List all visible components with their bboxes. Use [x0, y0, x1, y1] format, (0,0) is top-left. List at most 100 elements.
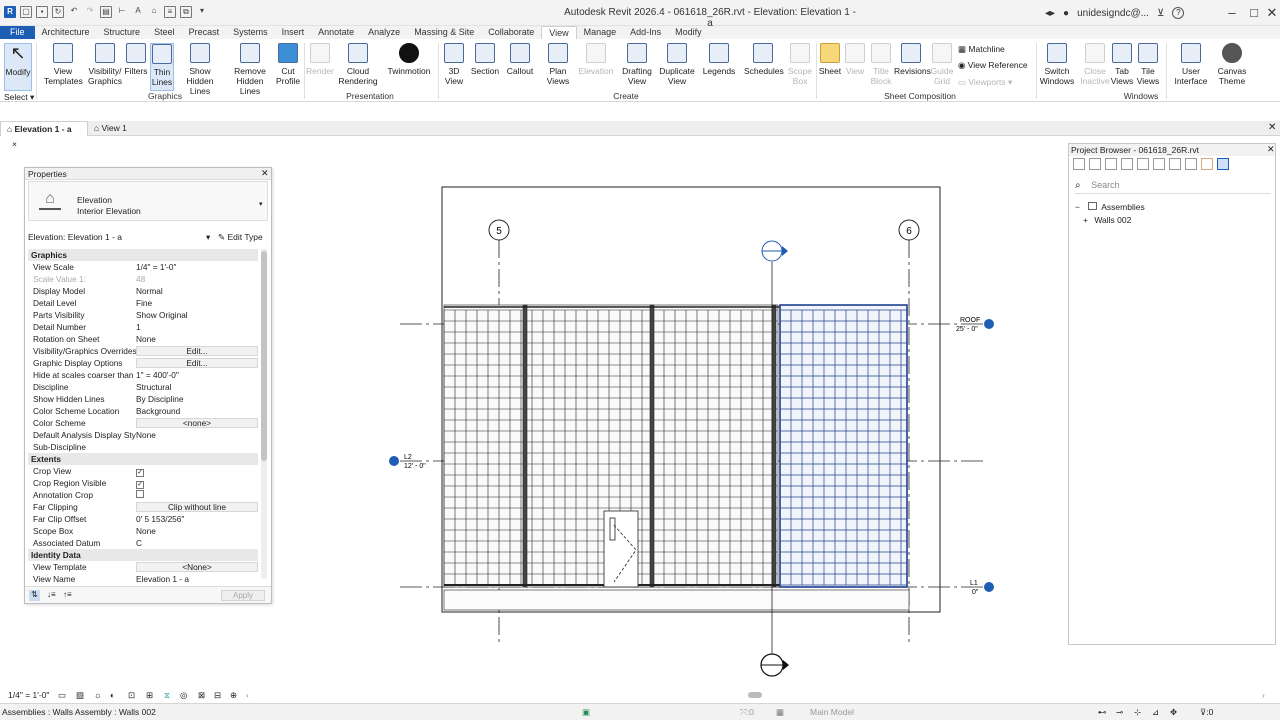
- matchline-button[interactable]: ▦ Matchline: [958, 44, 1028, 54]
- checkbox-icon[interactable]: [136, 490, 144, 498]
- analytical-model-icon[interactable]: ⊟: [214, 688, 221, 702]
- select-links-icon[interactable]: ⊷: [1098, 704, 1107, 720]
- ribbon-tab-architecture[interactable]: Architecture: [35, 26, 97, 39]
- prop-checkbox[interactable]: ✓: [136, 465, 258, 477]
- ribbon-tab-analyze[interactable]: Analyze: [361, 26, 407, 39]
- shadows-icon[interactable]: ◐: [110, 688, 115, 702]
- prop-group-identity-data[interactable]: Identity Data: [28, 549, 258, 561]
- editable-only-icon[interactable]: ⤧:0: [740, 704, 754, 720]
- prop-group-graphics[interactable]: Graphics: [28, 249, 258, 261]
- sync-icon[interactable]: ↻: [52, 6, 64, 18]
- scroll-right-icon[interactable]: ›: [1262, 688, 1265, 702]
- tree-item-walls-002[interactable]: + Walls 002: [1083, 215, 1273, 225]
- prop-button[interactable]: <None>: [136, 562, 258, 572]
- redo-icon[interactable]: ↷: [84, 6, 96, 18]
- sheet-button[interactable]: Sheet: [818, 43, 842, 76]
- crop-view-icon[interactable]: ⊡: [128, 688, 135, 702]
- user-icon[interactable]: ●: [1063, 8, 1069, 19]
- prop-value[interactable]: 1/4" = 1'-0": [136, 261, 258, 273]
- worksharing-display-icon[interactable]: ⊠: [198, 688, 205, 702]
- prop-value[interactable]: C: [136, 537, 258, 549]
- view-tab-elevation-1-a[interactable]: ⌂ Elevation 1 - a ×: [0, 121, 88, 149]
- pb-schedule-icon[interactable]: [1121, 158, 1133, 170]
- tree-toggle-icon[interactable]: −: [1075, 202, 1080, 212]
- revit-logo-icon[interactable]: R: [4, 6, 16, 18]
- select-underlay-icon[interactable]: ⊸: [1116, 704, 1123, 720]
- prop-value[interactable]: 0' 5 153/256": [136, 513, 258, 525]
- pb-assembly-icon[interactable]: [1217, 158, 1229, 170]
- twinmotion-button[interactable]: Twinmotion: [386, 43, 432, 76]
- project-browser-close-icon[interactable]: ✕: [1267, 144, 1275, 155]
- pb-3d-icon[interactable]: [1089, 158, 1101, 170]
- maximize-button[interactable]: □: [1244, 5, 1264, 20]
- ribbon-tab-manage[interactable]: Manage: [577, 26, 624, 39]
- customize-qat-icon[interactable]: ▾: [196, 6, 208, 18]
- drafting-view-button[interactable]: Drafting View: [620, 43, 654, 86]
- prop-button[interactable]: Edit...: [136, 346, 258, 356]
- tree-expand-icon[interactable]: +: [1083, 215, 1088, 225]
- ribbon-tab-steel[interactable]: Steel: [147, 26, 182, 39]
- user-account[interactable]: unidesigndc@...: [1077, 8, 1149, 19]
- cloud-rendering-button[interactable]: Cloud Rendering: [338, 43, 378, 86]
- ribbon-tab-file[interactable]: File: [0, 26, 35, 39]
- pb-revit-link-icon[interactable]: [1201, 158, 1213, 170]
- prop-value[interactable]: Background: [136, 405, 258, 417]
- selector-dropdown-icon[interactable]: ▾: [206, 231, 210, 244]
- ribbon-tab-precast[interactable]: Precast: [182, 26, 227, 39]
- legends-button[interactable]: Legends: [702, 43, 736, 76]
- prop-button[interactable]: <none>: [136, 418, 258, 428]
- scroll-left-icon[interactable]: ‹: [246, 688, 249, 702]
- prop-button[interactable]: Edit...: [136, 358, 258, 368]
- canvas-theme-button[interactable]: Canvas Theme: [1214, 43, 1250, 86]
- prop-value[interactable]: Structural: [136, 381, 258, 393]
- close-all-tabs-icon[interactable]: ✕: [1268, 122, 1276, 133]
- prop-value[interactable]: Normal: [136, 285, 258, 297]
- switch-windows-button[interactable]: Switch Windows: [1038, 43, 1076, 86]
- ribbon-tab-massing-site[interactable]: Massing & Site: [407, 26, 481, 39]
- ribbon-tab-insert[interactable]: Insert: [275, 26, 312, 39]
- detail-level-icon[interactable]: ▭: [58, 688, 66, 702]
- open-icon[interactable]: ▢: [20, 6, 32, 18]
- checkbox-icon[interactable]: ✓: [136, 481, 144, 489]
- callout-button[interactable]: Callout: [504, 43, 536, 76]
- prop-checkbox[interactable]: [136, 489, 258, 501]
- print-icon[interactable]: ▤: [100, 6, 112, 18]
- prop-value[interactable]: None: [136, 525, 258, 537]
- pb-link-icon[interactable]: [1185, 158, 1197, 170]
- instance-selector[interactable]: Elevation: Elevation 1 - a ▾ ✎ Edit Type: [28, 231, 268, 244]
- revisions-button[interactable]: Revisions: [894, 43, 931, 76]
- reveal-hidden-icon[interactable]: ◎: [180, 688, 187, 702]
- prop-value[interactable]: 1" = 400'-0": [136, 369, 258, 381]
- pb-plan-icon[interactable]: [1105, 158, 1117, 170]
- transfer-icon[interactable]: ◂▸: [1045, 8, 1055, 19]
- sort-ascending-icon[interactable]: ↓≡: [47, 590, 56, 599]
- measure-icon[interactable]: ⊢: [116, 6, 128, 18]
- show-hidden-lines-button[interactable]: Show Hidden Lines: [176, 43, 224, 96]
- ribbon-tab-modify[interactable]: Modify: [668, 26, 709, 39]
- help-icon[interactable]: ?: [1172, 7, 1185, 19]
- design-options-icon[interactable]: ▦: [776, 704, 784, 720]
- 3d-view-button[interactable]: 3D View: [442, 43, 466, 86]
- category-view-icon[interactable]: ⇅: [29, 590, 40, 601]
- prop-value[interactable]: [136, 441, 258, 453]
- edit-type-button[interactable]: ✎ Edit Type: [218, 231, 263, 244]
- cart-icon[interactable]: ⊻: [1157, 8, 1164, 19]
- type-selector[interactable]: ⌂ Elevation Interior Elevation ▾: [28, 181, 268, 221]
- visual-style-icon[interactable]: ▧: [76, 688, 84, 702]
- prop-value[interactable]: Fine: [136, 297, 258, 309]
- active-model[interactable]: Main Model: [810, 704, 944, 720]
- filter-icon[interactable]: ⊽:0: [1200, 704, 1213, 720]
- switch-windows-qat-icon[interactable]: ⧉: [180, 6, 192, 18]
- checkbox-icon[interactable]: ✓: [136, 469, 144, 477]
- temporary-hide-icon[interactable]: ⧖: [164, 688, 170, 702]
- home-icon[interactable]: ⌂: [148, 6, 160, 18]
- prop-value[interactable]: 1: [136, 321, 258, 333]
- pb-home-icon[interactable]: [1073, 158, 1085, 170]
- minimize-button[interactable]: –: [1222, 5, 1242, 20]
- pb-group-icon[interactable]: [1169, 158, 1181, 170]
- horizontal-scrollbar[interactable]: [748, 692, 762, 698]
- plan-views-button[interactable]: Plan Views: [544, 43, 572, 86]
- tile-views-button[interactable]: Tile Views: [1136, 43, 1160, 86]
- prop-value[interactable]: By Discipline: [136, 393, 258, 405]
- project-browser-search[interactable]: ⌕ Search: [1075, 180, 1271, 194]
